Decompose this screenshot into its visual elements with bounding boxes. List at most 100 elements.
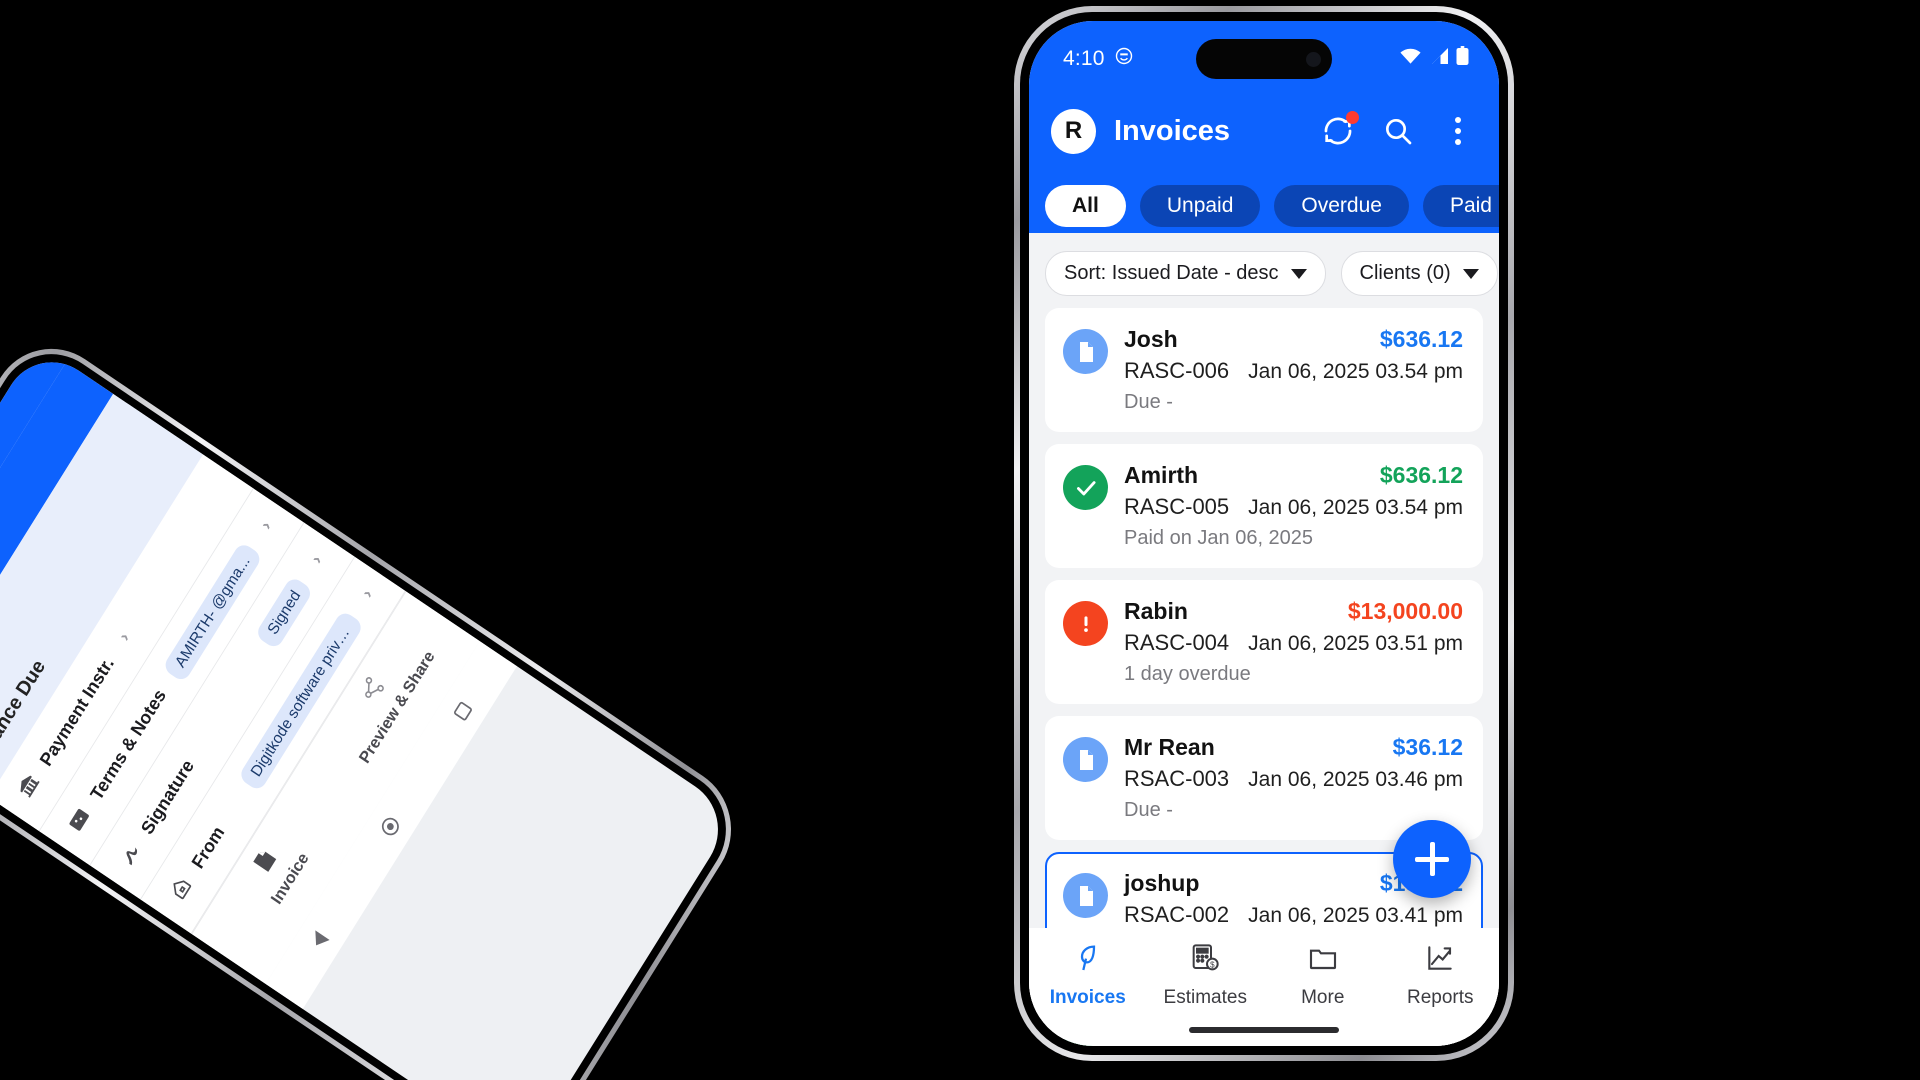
filter-chip-paid[interactable]: Paid bbox=[1422, 185, 1499, 227]
invoice-date: Jan 06, 2025 03.46 pm bbox=[1248, 768, 1463, 791]
chevron-right-icon: › bbox=[256, 517, 276, 533]
invoice-status-text: Due - bbox=[1124, 799, 1173, 821]
page-title: Invoices bbox=[1114, 114, 1231, 147]
invoice-number: RASC-006 bbox=[1124, 358, 1230, 383]
invoice-date: Jan 06, 2025 03.54 pm bbox=[1248, 496, 1463, 519]
nav-label: Reports bbox=[1406, 987, 1474, 1008]
avatar[interactable]: R bbox=[1051, 108, 1096, 154]
filter-chips: All Unpaid Overdue Paid P bbox=[1029, 179, 1499, 233]
row-content: Josh $636.12 RASC-006 Jan 06, 2025 03.54… bbox=[1124, 326, 1463, 414]
notes-icon bbox=[64, 804, 99, 838]
left-phone-mockup: 4:52 PM ← Invoice Editor Total Paid bbox=[0, 324, 755, 1080]
status-bar-right bbox=[1399, 46, 1469, 72]
right-phone-screen: 4:10 R Invoices All Unpaid Overdue Paid … bbox=[1029, 21, 1499, 1046]
wifi-icon bbox=[1399, 47, 1422, 71]
invoice-status-text: 1 day overdue bbox=[1124, 663, 1251, 685]
invoice-number: RASC-005 bbox=[1124, 494, 1230, 519]
nav-item-reports[interactable]: Reports bbox=[1382, 942, 1500, 1009]
nav-label: Estimates bbox=[1163, 987, 1247, 1008]
left-phone-bezel: 4:52 PM ← Invoice Editor Total Paid bbox=[0, 331, 748, 1080]
invoice-number: RSAC-003 bbox=[1124, 766, 1230, 791]
sync-icon[interactable] bbox=[1319, 111, 1359, 150]
home-icon bbox=[165, 872, 200, 906]
row-content: Amirth $636.12 RASC-005 Jan 06, 2025 03.… bbox=[1124, 462, 1463, 550]
signature-icon bbox=[115, 838, 150, 872]
sync-badge bbox=[1346, 111, 1359, 124]
right-phone-bezel: 4:10 R Invoices All Unpaid Overdue Paid … bbox=[1020, 12, 1508, 1055]
overdue-status-icon bbox=[1063, 601, 1108, 646]
circle-home-icon[interactable] bbox=[378, 814, 403, 839]
row-content: Mr Rean $36.12 RSAC-003 Jan 06, 2025 03.… bbox=[1124, 734, 1463, 822]
document-status-icon bbox=[1063, 873, 1108, 918]
client-name: Amirth bbox=[1124, 462, 1199, 488]
sort-dropdown-label: Sort: Issued Date - desc bbox=[1064, 262, 1279, 284]
invoice-date: Jan 06, 2025 03.41 pm bbox=[1248, 904, 1463, 927]
nav-item-estimates[interactable]: $ Estimates bbox=[1147, 942, 1265, 1009]
invoice-number: RSAC-002 bbox=[1124, 902, 1230, 927]
chevron-right-icon: › bbox=[357, 585, 377, 602]
nav-item-more[interactable]: More bbox=[1264, 942, 1382, 1009]
invoice-status-text: Due - bbox=[1124, 391, 1173, 413]
right-phone-mockup: 4:10 R Invoices All Unpaid Overdue Paid … bbox=[1014, 6, 1514, 1061]
list-controls: Sort: Issued Date - desc Clients (0) bbox=[1029, 233, 1499, 308]
front-camera-icon bbox=[1306, 51, 1321, 67]
invoice-icon bbox=[248, 844, 284, 880]
calculator-icon: $ bbox=[1189, 942, 1221, 979]
sort-dropdown[interactable]: Sort: Issued Date - desc bbox=[1045, 251, 1326, 296]
invoice-amount: $36.12 bbox=[1392, 734, 1463, 760]
table-row[interactable]: Mr Rean $36.12 RSAC-003 Jan 06, 2025 03.… bbox=[1045, 716, 1483, 840]
battery-icon bbox=[1456, 46, 1469, 72]
invoice-date: Jan 06, 2025 03.51 pm bbox=[1248, 632, 1463, 655]
invoice-date: Jan 06, 2025 03.54 pm bbox=[1248, 360, 1463, 383]
document-status-icon bbox=[1063, 737, 1108, 782]
left-phone-frame: 4:52 PM ← Invoice Editor Total Paid bbox=[0, 324, 755, 1080]
chart-up-icon bbox=[1424, 942, 1456, 979]
overflow-menu-icon[interactable] bbox=[1439, 112, 1477, 150]
triangle-back-icon[interactable] bbox=[308, 930, 330, 951]
screenshot-stage: 4:52 PM ← Invoice Editor Total Paid bbox=[0, 0, 1920, 1080]
svg-text:$: $ bbox=[1210, 960, 1215, 969]
chevron-down-icon bbox=[1290, 268, 1307, 279]
invoice-number: RASC-004 bbox=[1124, 630, 1230, 655]
clients-dropdown-label: Clients (0) bbox=[1359, 262, 1451, 284]
app-bar: R Invoices bbox=[1029, 83, 1499, 179]
document-status-icon bbox=[1063, 329, 1108, 374]
clients-dropdown[interactable]: Clients (0) bbox=[1340, 251, 1498, 296]
dynamic-island bbox=[1196, 39, 1332, 79]
create-invoice-fab[interactable] bbox=[1393, 820, 1471, 898]
chevron-right-icon: › bbox=[114, 628, 134, 645]
table-row[interactable]: Amirth $636.12 RASC-005 Jan 06, 2025 03.… bbox=[1045, 444, 1483, 568]
status-bar-time: 4:10 bbox=[1063, 47, 1105, 70]
filter-chip-overdue[interactable]: Overdue bbox=[1274, 185, 1409, 227]
row-content: Rabin $13,000.00 RASC-004 Jan 06, 2025 0… bbox=[1124, 598, 1463, 686]
client-name: Rabin bbox=[1124, 598, 1188, 624]
invoice-amount: $13,000.00 bbox=[1347, 598, 1463, 624]
filter-chip-all[interactable]: All bbox=[1045, 185, 1126, 227]
table-row[interactable]: Rabin $13,000.00 RASC-004 Jan 06, 2025 0… bbox=[1045, 580, 1483, 704]
status-bar-left: 4:10 bbox=[1063, 46, 1134, 72]
client-name: joshup bbox=[1124, 870, 1200, 896]
invoice-status-text: Paid on Jan 06, 2025 bbox=[1124, 527, 1314, 549]
filter-chip-unpaid[interactable]: Unpaid bbox=[1139, 185, 1261, 227]
smiley-icon bbox=[1114, 46, 1134, 72]
nav-label: More bbox=[1301, 987, 1345, 1008]
square-recents-icon[interactable] bbox=[452, 700, 473, 722]
invoice-amount: $636.12 bbox=[1379, 326, 1463, 352]
search-icon[interactable] bbox=[1379, 112, 1417, 150]
nav-item-invoices[interactable]: Invoices bbox=[1029, 942, 1147, 1009]
invoice-amount: $636.12 bbox=[1379, 462, 1463, 488]
home-indicator[interactable] bbox=[1189, 1027, 1339, 1033]
chevron-down-icon bbox=[1462, 268, 1479, 279]
folder-icon bbox=[1307, 942, 1339, 979]
chevron-right-icon: › bbox=[307, 551, 326, 568]
client-name: Mr Rean bbox=[1124, 734, 1215, 760]
share-icon bbox=[355, 673, 391, 709]
leaf-icon bbox=[1072, 942, 1104, 979]
cellular-signal-icon bbox=[1429, 47, 1449, 71]
paid-status-icon bbox=[1063, 465, 1108, 510]
app-bar-actions bbox=[1319, 111, 1477, 150]
invoice-list-body: Sort: Issued Date - desc Clients (0) Jos… bbox=[1029, 233, 1499, 1046]
editor-row-label: From bbox=[188, 822, 229, 873]
client-name: Josh bbox=[1124, 326, 1178, 352]
table-row[interactable]: Josh $636.12 RASC-006 Jan 06, 2025 03.54… bbox=[1045, 308, 1483, 432]
